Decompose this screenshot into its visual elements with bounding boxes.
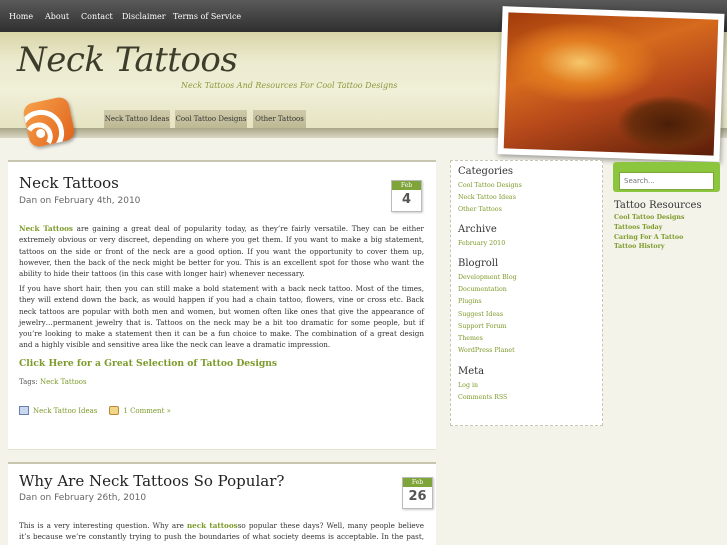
date-badge: Feb 26 bbox=[402, 477, 433, 509]
site-tagline: Neck Tattoos And Resources For Cool Tatt… bbox=[181, 81, 398, 90]
site-title[interactable]: Neck Tattoos bbox=[17, 40, 238, 80]
blogroll-heading: Blogroll bbox=[458, 258, 499, 269]
date-day: 4 bbox=[401, 192, 412, 207]
post-paragraph: Neck Tattoos are gaining a great deal of… bbox=[19, 224, 424, 279]
nav-disclaimer[interactable]: Disclaimer bbox=[122, 12, 166, 21]
header-photo bbox=[497, 6, 725, 162]
post-title[interactable]: Why Are Neck Tattoos So Popular? bbox=[19, 472, 284, 490]
resource-link[interactable]: Caring For A Tattoo bbox=[614, 234, 683, 241]
sidebar-link[interactable]: February 2010 bbox=[458, 240, 505, 247]
post-meta: Dan on February 4th, 2010 bbox=[19, 196, 141, 206]
resource-link[interactable]: Tattoo History bbox=[614, 243, 665, 250]
date-day: 26 bbox=[408, 489, 427, 504]
tab-other-tattoos[interactable]: Other Tattoos bbox=[253, 110, 306, 128]
nav-about[interactable]: About bbox=[45, 12, 69, 21]
sidebar-link[interactable]: Plugins bbox=[458, 298, 482, 305]
category-icon bbox=[19, 406, 29, 415]
comments-link[interactable]: 1 Comment » bbox=[123, 407, 171, 415]
nav-contact[interactable]: Contact bbox=[81, 12, 113, 21]
tattoo-designs-link[interactable]: Click Here for a Great Selection of Tatt… bbox=[19, 358, 277, 369]
category-link[interactable]: Neck Tattoo Ideas bbox=[33, 407, 97, 415]
post-tags: Tags: Neck Tattoos bbox=[19, 378, 87, 386]
rss-icon[interactable] bbox=[21, 95, 77, 149]
sidebar-link[interactable]: Log in bbox=[458, 382, 478, 389]
tag-link[interactable]: Neck Tattoos bbox=[40, 378, 87, 386]
sidebar-link[interactable]: Cool Tattoo Designs bbox=[458, 182, 522, 189]
sidebar-link[interactable]: Support Forum bbox=[458, 323, 507, 330]
post-paragraph: If you have short hair, then you can sti… bbox=[19, 284, 424, 350]
post-paragraph: This is a very interesting question. Why… bbox=[19, 521, 424, 545]
search-input[interactable] bbox=[619, 172, 714, 190]
nav-home[interactable]: Home bbox=[9, 12, 33, 21]
resource-link[interactable]: Tattoos Today bbox=[614, 224, 662, 231]
date-month: Feb bbox=[392, 181, 421, 190]
neck-tattoos-link[interactable]: neck tattoos bbox=[187, 521, 238, 530]
post-title[interactable]: Neck Tattoos bbox=[19, 174, 119, 192]
sidebar-link[interactable]: Development Blog bbox=[458, 274, 517, 281]
meta-heading: Meta bbox=[458, 366, 485, 377]
comment-icon bbox=[109, 406, 120, 415]
sidebar-link[interactable]: Comments RSS bbox=[458, 394, 507, 401]
date-month: Feb bbox=[403, 478, 432, 487]
sidebar-link[interactable]: Neck Tattoo Ideas bbox=[458, 194, 516, 201]
categories-heading: Categories bbox=[458, 166, 513, 177]
nav-terms[interactable]: Terms of Service bbox=[173, 12, 241, 21]
sidebar-link[interactable]: WordPress Planet bbox=[458, 347, 515, 354]
sidebar-link[interactable]: Documentation bbox=[458, 286, 507, 293]
post: Neck Tattoos Dan on February 4th, 2010 F… bbox=[8, 160, 436, 450]
post-footer: Neck Tattoo Ideas 1 Comment » bbox=[19, 406, 171, 415]
sidebar-link[interactable]: Other Tattoos bbox=[458, 206, 502, 213]
resource-link[interactable]: Cool Tattoo Designs bbox=[614, 214, 685, 221]
tab-cool-tattoo-designs[interactable]: Cool Tattoo Designs bbox=[175, 110, 247, 128]
post-meta: Dan on February 26th, 2010 bbox=[19, 493, 147, 503]
sidebar-link[interactable]: Themes bbox=[458, 335, 483, 342]
search-box bbox=[613, 162, 720, 192]
archive-heading: Archive bbox=[458, 224, 497, 235]
date-badge: Feb 4 bbox=[391, 180, 422, 212]
resources-heading: Tattoo Resources bbox=[614, 200, 702, 211]
sidebar: Categories Cool Tattoo Designs Neck Tatt… bbox=[450, 160, 603, 426]
sidebar-link[interactable]: Suggest Ideas bbox=[458, 311, 503, 318]
tab-neck-tattoo-ideas[interactable]: Neck Tattoo Ideas bbox=[104, 110, 170, 128]
neck-tattoos-link[interactable]: Neck Tattoos bbox=[19, 224, 73, 233]
post: Why Are Neck Tattoos So Popular? Dan on … bbox=[8, 462, 436, 545]
